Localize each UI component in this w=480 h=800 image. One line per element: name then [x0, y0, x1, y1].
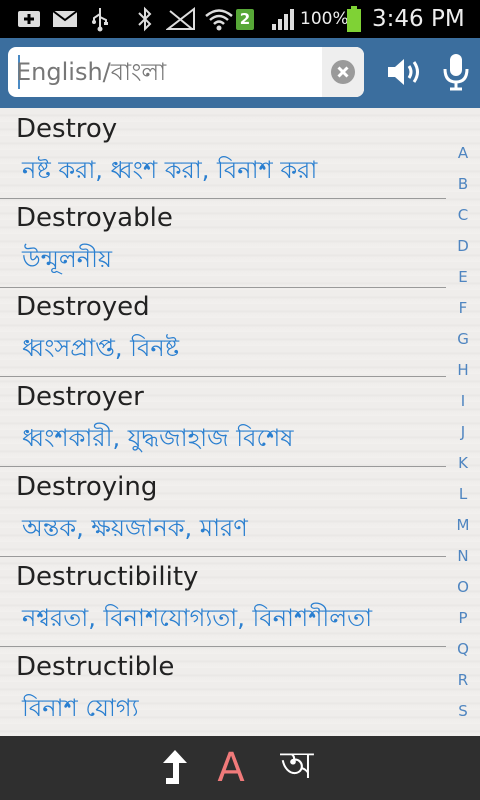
turn-up-arrow-icon: [163, 750, 187, 784]
microphone-button[interactable]: [434, 50, 478, 94]
index-letter[interactable]: F: [446, 299, 480, 317]
index-letter[interactable]: O: [446, 578, 480, 596]
entry-word: Destroy: [16, 114, 118, 144]
sim-badge: 2: [236, 9, 254, 30]
entry-word: Destroyable: [16, 203, 173, 233]
alphabet-index[interactable]: A B C D E F G H I J K L M N O P Q R S: [446, 108, 480, 736]
signal-icon: [270, 0, 298, 38]
index-letter[interactable]: A: [446, 144, 480, 162]
list-item[interactable]: Destroyed ধ্বংসপ্রাপ্ত, বিনষ্ট: [0, 286, 446, 377]
entry-meaning: নশ্বরতা, বিনাশযোগ্যতা, বিনাশশীলতা: [22, 604, 373, 632]
microphone-icon: [443, 54, 469, 91]
speaker-button[interactable]: [384, 50, 428, 94]
index-letter[interactable]: B: [446, 175, 480, 193]
notification-plus-icon: [14, 0, 44, 38]
search-box: [8, 47, 364, 97]
clock: 3:46 PM: [372, 6, 465, 32]
english-mode-button[interactable]: A: [208, 736, 254, 800]
index-letter[interactable]: C: [446, 206, 480, 224]
index-letter[interactable]: K: [446, 454, 480, 472]
entry-word: Destroying: [16, 472, 158, 502]
bangla-mode-button[interactable]: অ: [270, 736, 324, 800]
entry-meaning: উন্মূলনীয়: [22, 245, 113, 273]
index-letter[interactable]: G: [446, 330, 480, 348]
search-bar: [0, 38, 480, 108]
index-letter[interactable]: N: [446, 547, 480, 565]
index-letter[interactable]: L: [446, 485, 480, 503]
wifi-icon: [202, 0, 236, 38]
search-input[interactable]: [14, 47, 326, 97]
list-item[interactable]: Destructible বিনাশ যোগ্য: [0, 646, 446, 736]
index-letter[interactable]: R: [446, 671, 480, 689]
app-screen: 2 100% 3:46 PM English/বাংলা Destroy নষ্…: [0, 0, 480, 800]
entry-word: Destructibility: [16, 562, 199, 592]
usb-icon: [88, 0, 112, 38]
entry-meaning: ধ্বংশকারী, যুদ্ধজাহাজ বিশেষ: [22, 424, 294, 452]
list-item[interactable]: Destroyer ধ্বংশকারী, যুদ্ধজাহাজ বিশেষ: [0, 376, 446, 467]
email-icon: [50, 0, 80, 38]
entry-meaning: অন্তক, ক্ষয়জানক, মারণ: [22, 514, 248, 542]
clear-button[interactable]: [322, 47, 364, 97]
battery-icon: [344, 0, 364, 38]
index-letter[interactable]: I: [446, 392, 480, 410]
index-letter[interactable]: E: [446, 268, 480, 286]
index-letter[interactable]: M: [446, 516, 480, 534]
bottom-bar: A অ: [0, 736, 480, 800]
status-bar: 2 100% 3:46 PM: [0, 0, 480, 38]
bluetooth-icon: [134, 0, 156, 38]
list-item[interactable]: Destroying অন্তক, ক্ষয়জানক, মারণ: [0, 466, 446, 557]
index-letter[interactable]: D: [446, 237, 480, 255]
entry-meaning: ধ্বংসপ্রাপ্ত, বিনষ্ট: [22, 334, 180, 362]
battery-percent: 100%: [300, 9, 349, 29]
speaker-icon: [388, 59, 419, 85]
word-list[interactable]: Destroy নষ্ট করা, ধ্বংশ করা, বিনাশ করা D…: [0, 108, 480, 736]
list-item[interactable]: Destroyable উন্মূলনীয়: [0, 197, 446, 288]
scroll-up-button[interactable]: [150, 736, 200, 800]
entry-word: Destructible: [16, 652, 175, 682]
index-letter[interactable]: H: [446, 361, 480, 379]
entry-meaning: বিনাশ যোগ্য: [22, 694, 139, 722]
index-letter[interactable]: J: [446, 423, 480, 441]
index-letter[interactable]: Q: [446, 640, 480, 658]
entry-word: Destroyed: [16, 292, 150, 322]
clear-icon: [331, 60, 355, 84]
index-letter[interactable]: S: [446, 702, 480, 720]
entry-word: Destroyer: [16, 382, 144, 412]
list-item[interactable]: Destructibility নশ্বরতা, বিনাশযোগ্যতা, ব…: [0, 556, 446, 647]
index-letter[interactable]: P: [446, 609, 480, 627]
no-signal-icon: [164, 0, 200, 38]
list-item[interactable]: Destroy নষ্ট করা, ধ্বংশ করা, বিনাশ করা: [0, 108, 446, 199]
entry-meaning: নষ্ট করা, ধ্বংশ করা, বিনাশ করা: [22, 156, 318, 184]
